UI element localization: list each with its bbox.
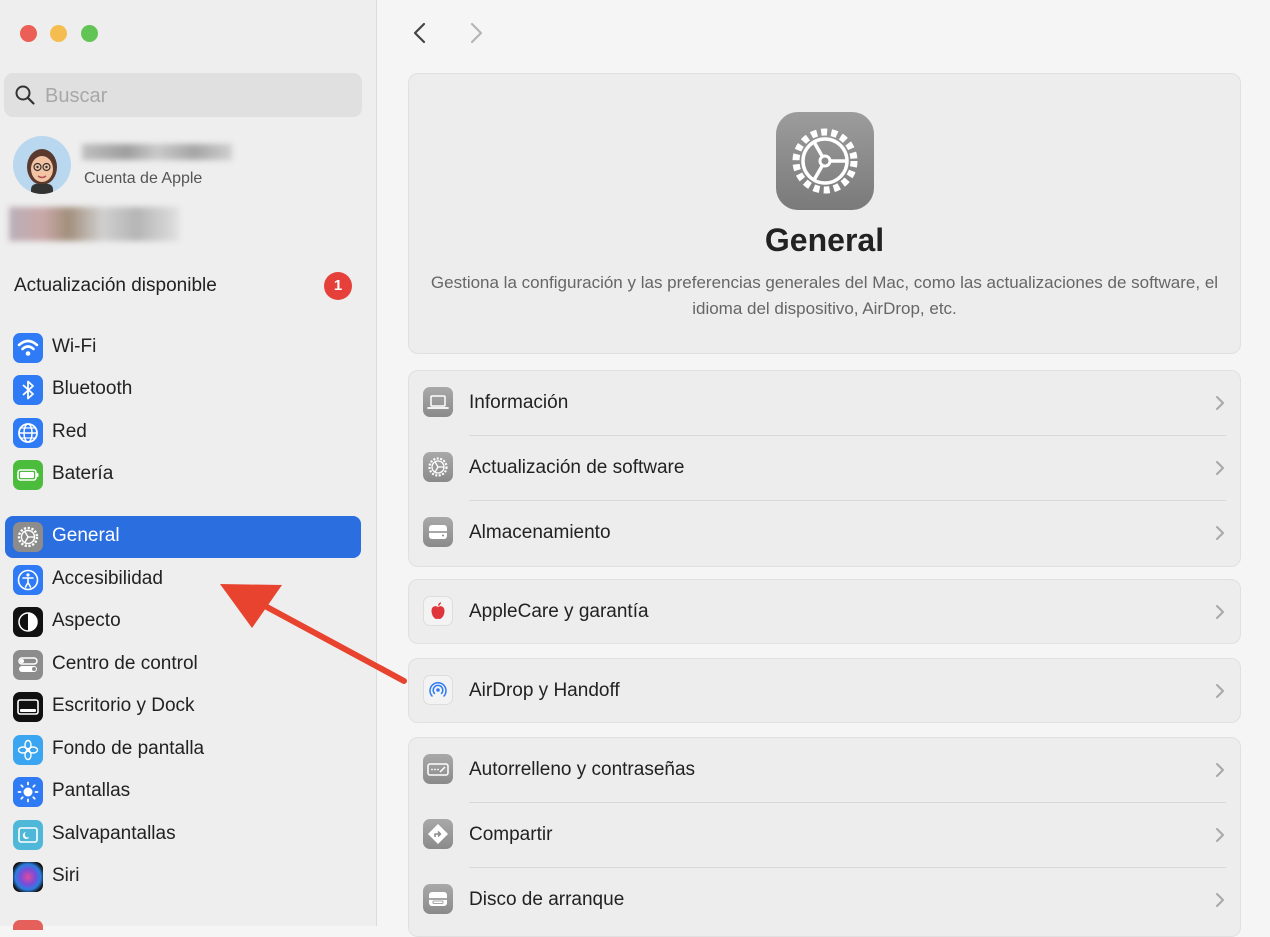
control-center-icon	[13, 650, 43, 680]
search-field[interactable]	[4, 73, 362, 117]
minimize-window-button[interactable]	[50, 25, 67, 42]
row-label: Actualización de software	[469, 457, 685, 478]
chevron-right-icon	[1216, 684, 1224, 698]
startup-disk-icon	[423, 884, 453, 914]
storage-icon	[423, 517, 453, 547]
update-badge: 1	[324, 272, 352, 300]
appearance-icon	[13, 607, 43, 637]
row-label: Información	[469, 392, 569, 413]
row-disco-de-arranque[interactable]: Disco de arranque	[409, 868, 1240, 933]
sidebar-item-label: Siri	[52, 865, 80, 886]
settings-group: Información Actualización de software Al…	[408, 370, 1241, 567]
apple-icon	[423, 596, 453, 626]
sidebar-item-centro-de-control[interactable]: Centro de control	[5, 644, 361, 686]
account-subtitle: Cuenta de Apple	[84, 170, 203, 187]
sidebar-item-fondo-de-pantalla[interactable]: Fondo de pantalla	[5, 729, 361, 771]
sidebar-item-label: Centro de control	[52, 653, 198, 674]
chevron-right-icon	[1216, 763, 1224, 777]
screensaver-icon	[13, 820, 43, 850]
row-label: Disco de arranque	[469, 889, 625, 910]
forward-button[interactable]	[461, 18, 491, 48]
chevron-right-icon	[1216, 893, 1224, 907]
sidebar-item-pantallas[interactable]: Pantallas	[5, 771, 361, 813]
sidebar-item-label: Wi-Fi	[52, 336, 97, 357]
laptop-icon	[423, 387, 453, 417]
settings-group: AirDrop y Handoff	[408, 658, 1241, 723]
page-description: Gestiona la configuración y las preferen…	[430, 273, 1219, 318]
settings-group: AppleCare y garantía	[408, 579, 1241, 644]
sidebar-item-label: Pantallas	[52, 780, 131, 801]
wifi-icon	[13, 333, 43, 363]
row-label: Almacenamiento	[469, 522, 611, 543]
chevron-right-icon	[1216, 828, 1224, 842]
chevron-right-icon	[1216, 605, 1224, 619]
chevron-right-icon	[1216, 396, 1224, 410]
sidebar-item-siri[interactable]: Siri	[5, 856, 361, 898]
row-label: Compartir	[469, 824, 553, 845]
sidebar: Cuenta de Apple Actualización disponible…	[0, 0, 377, 930]
airdrop-icon	[423, 675, 453, 705]
avatar[interactable]	[13, 136, 71, 194]
row-actualizacion-de-software[interactable]: Actualización de software	[409, 436, 1240, 501]
row-compartir[interactable]: Compartir	[409, 803, 1240, 868]
battery-icon	[13, 460, 43, 490]
row-informacion[interactable]: Información	[409, 371, 1240, 436]
sidebar-item-label: General	[52, 525, 120, 546]
sidebar-item-aspecto[interactable]: Aspecto	[5, 601, 361, 643]
globe-icon	[13, 418, 43, 448]
sidebar-item-label: Red	[52, 421, 87, 442]
sidebar-item-label: Accesibilidad	[52, 568, 163, 589]
sidebar-item-bluetooth[interactable]: Bluetooth	[5, 369, 361, 411]
sidebar-item-bateria[interactable]: Batería	[5, 454, 361, 496]
redacted-info	[9, 207, 179, 241]
row-applecare[interactable]: AppleCare y garantía	[409, 580, 1240, 643]
sidebar-item-general[interactable]: General	[5, 516, 361, 558]
chevron-right-icon	[1216, 461, 1224, 475]
sidebar-item-label: Bluetooth	[52, 378, 133, 399]
sidebar-item-accesibilidad[interactable]: Accesibilidad	[5, 559, 361, 601]
row-airdrop-y-handoff[interactable]: AirDrop y Handoff	[409, 659, 1240, 722]
sidebar-item-salvapantallas[interactable]: Salvapantallas	[5, 814, 361, 856]
displays-icon	[13, 777, 43, 807]
memoji-icon	[27, 149, 57, 194]
gear-icon	[776, 112, 874, 210]
gear-icon	[13, 522, 43, 552]
row-label: AppleCare y garantía	[469, 601, 649, 622]
chevron-right-icon	[1216, 526, 1224, 540]
sidebar-item-escritorio-y-dock[interactable]: Escritorio y Dock	[5, 686, 361, 728]
search-input[interactable]	[43, 81, 347, 111]
sharing-icon	[423, 819, 453, 849]
siri-icon	[13, 862, 43, 892]
dock-icon	[13, 692, 43, 722]
account-name-redacted	[82, 144, 232, 160]
sidebar-item-label: Fondo de pantalla	[52, 738, 205, 759]
wallpaper-icon	[13, 735, 43, 765]
accessibility-icon	[13, 565, 43, 595]
back-button[interactable]	[406, 18, 436, 48]
row-almacenamiento[interactable]: Almacenamiento	[409, 501, 1240, 566]
row-label: Autorrelleno y contraseñas	[469, 759, 696, 780]
software-update-icon	[423, 452, 453, 482]
zoom-window-button[interactable]	[81, 25, 98, 42]
main-pane: General Gestiona la configuración y las …	[377, 0, 1270, 937]
update-available-label[interactable]: Actualización disponible	[14, 275, 217, 297]
sidebar-item-label: Aspecto	[52, 610, 121, 631]
page-title: General	[764, 222, 885, 258]
sidebar-item-wifi[interactable]: Wi-Fi	[5, 327, 361, 369]
row-autorrelleno[interactable]: Autorrelleno y contraseñas	[409, 738, 1240, 803]
bluetooth-icon	[13, 375, 43, 405]
sidebar-item-partial	[13, 920, 43, 930]
sidebar-item-red[interactable]: Red	[5, 412, 361, 454]
autofill-icon	[423, 754, 453, 784]
sidebar-item-label: Salvapantallas	[52, 823, 176, 844]
settings-group: Autorrelleno y contraseñas Compartir Dis…	[408, 737, 1241, 937]
close-window-button[interactable]	[20, 25, 37, 42]
row-label: AirDrop y Handoff	[469, 680, 620, 701]
sidebar-item-label: Batería	[52, 463, 114, 484]
general-header-card: General Gestiona la configuración y las …	[408, 73, 1241, 354]
search-icon	[15, 85, 35, 105]
sidebar-item-label: Escritorio y Dock	[52, 695, 195, 716]
